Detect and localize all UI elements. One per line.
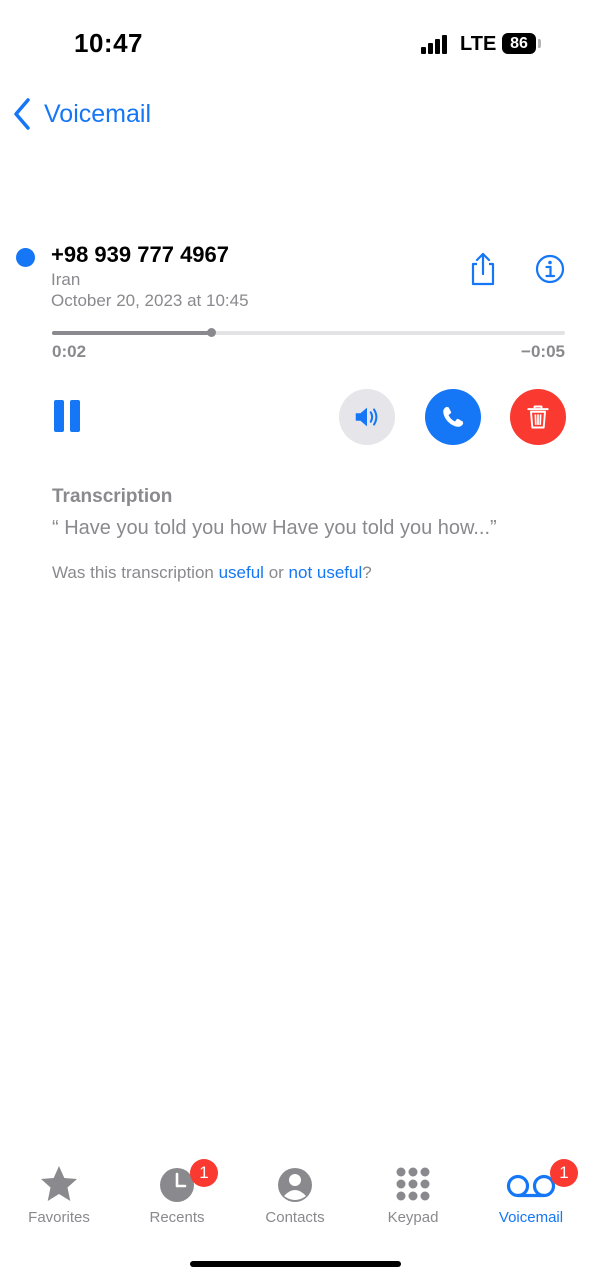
playback-progress-fill: [52, 331, 212, 335]
tab-contacts[interactable]: Contacts: [236, 1162, 354, 1242]
tab-recents[interactable]: 1 Recents: [118, 1159, 236, 1242]
not-useful-link[interactable]: not useful: [289, 563, 363, 582]
feedback-or: or: [263, 563, 289, 582]
tab-label: Keypad: [387, 1209, 439, 1226]
status-time: 10:47: [74, 28, 143, 58]
tab-label: Contacts: [265, 1209, 325, 1226]
useful-link[interactable]: useful: [219, 563, 264, 582]
pause-icon-bar: [70, 400, 80, 432]
status-bar: 10:47 LTE 86: [0, 0, 590, 80]
voicemail-badge: 1: [550, 1159, 578, 1187]
phone-icon: [443, 406, 464, 427]
network-type: LTE: [460, 33, 497, 55]
tab-keypad[interactable]: Keypad: [354, 1162, 472, 1242]
trash-icon: [527, 405, 549, 429]
transcription-heading: Transcription: [52, 486, 173, 507]
tab-label: Favorites: [28, 1209, 90, 1226]
feedback-prefix: Was this transcription: [52, 563, 219, 582]
battery-icon: 86: [502, 33, 536, 54]
time-remaining: −0:05: [521, 342, 565, 361]
star-icon: [41, 1166, 77, 1201]
info-button[interactable]: [534, 253, 566, 285]
speaker-icon: [355, 407, 378, 427]
delete-button[interactable]: [510, 389, 566, 445]
playback-scrubber-knob[interactable]: [207, 328, 217, 337]
tab-voicemail[interactable]: 1 Voicemail: [472, 1159, 590, 1242]
home-indicator: [190, 1261, 401, 1267]
battery-tip: [538, 39, 541, 48]
info-icon: [535, 254, 565, 284]
playback-scrubber[interactable]: [52, 328, 565, 337]
time-elapsed: 0:02: [52, 342, 87, 361]
transcription-text: “ Have you told you how Have you told yo…: [52, 517, 497, 539]
keypad-icon: [396, 1167, 430, 1201]
caller-number: +98 939 777 4967: [51, 242, 230, 267]
signal-icon: [421, 34, 451, 54]
tab-label: Voicemail: [498, 1209, 564, 1226]
call-back-button[interactable]: [425, 389, 481, 445]
unread-dot: [16, 248, 35, 267]
back-button-label: Voicemail: [44, 99, 151, 128]
pause-icon: [54, 400, 64, 432]
caller-location: Iran: [51, 270, 81, 289]
pause-button[interactable]: [54, 400, 82, 434]
share-icon: [471, 252, 495, 286]
feedback-suffix: ?: [362, 563, 372, 582]
tab-favorites[interactable]: Favorites: [0, 1162, 118, 1242]
share-button[interactable]: [467, 252, 499, 286]
transcription-feedback: Was this transcription useful or not use…: [52, 563, 372, 583]
speaker-button[interactable]: [339, 389, 395, 445]
back-button[interactable]: Voicemail: [12, 94, 151, 134]
recents-badge: 1: [190, 1159, 218, 1187]
voicemail-date: October 20, 2023 at 10:45: [51, 291, 249, 310]
chevron-left-icon: [14, 98, 30, 130]
person-icon: [278, 1168, 312, 1202]
tab-label: Recents: [149, 1209, 205, 1226]
